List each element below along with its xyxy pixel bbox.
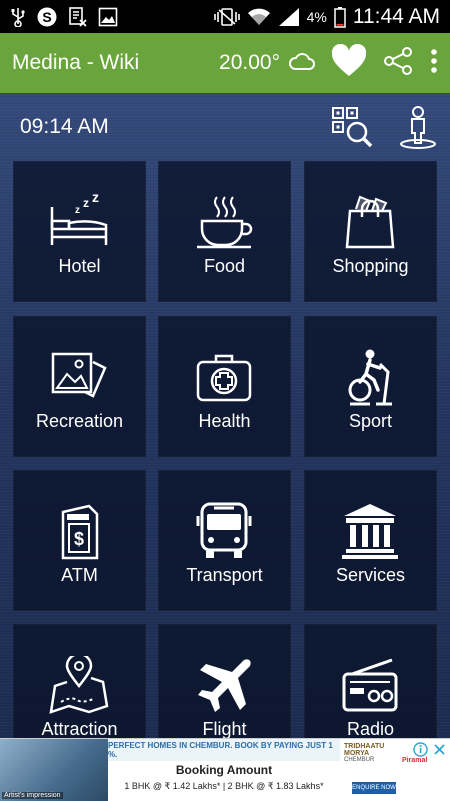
tile-recreation[interactable]: Recreation: [13, 316, 146, 457]
svg-text:S: S: [42, 9, 51, 25]
usb-icon: [10, 7, 26, 27]
battery-icon: [334, 6, 346, 28]
notification-icons: S: [10, 6, 118, 28]
map-pin-icon: [49, 656, 109, 714]
tile-services[interactable]: Services: [304, 470, 437, 611]
ad-close-icon[interactable]: [432, 742, 447, 762]
tile-hotel[interactable]: z z z Hotel: [13, 161, 146, 302]
blocked-screen-icon: [68, 6, 88, 28]
system-indicators: 4% 11:44 AM: [213, 4, 440, 29]
atm-icon: $: [61, 504, 99, 560]
wifi-icon: [247, 7, 271, 27]
svg-text:z: z: [83, 196, 89, 210]
status-time: 11:44 AM: [352, 4, 440, 28]
tile-health[interactable]: Health: [158, 316, 291, 457]
tile-sport[interactable]: Sport: [304, 316, 437, 457]
tile-label: Sport: [348, 411, 393, 431]
heart-icon: [330, 43, 368, 83]
tile-label: Transport: [186, 565, 263, 585]
coffee-cup-icon: [197, 196, 253, 249]
skype-icon: S: [36, 6, 58, 28]
bus-icon: [196, 502, 252, 558]
signal-icon: [278, 7, 300, 27]
ad-headline: PERFECT HOMES IN CHEMBUR. BOOK BY PAYING…: [108, 739, 340, 761]
tile-flight[interactable]: Flight: [158, 624, 291, 738]
more-vert-icon: [430, 48, 438, 79]
svg-text:z: z: [75, 205, 80, 216]
tile-attraction[interactable]: Attraction: [13, 624, 146, 738]
radio-icon: [342, 658, 398, 712]
ad-info-icon[interactable]: [413, 742, 428, 762]
bed-icon: z z z: [50, 193, 108, 245]
tile-label: Food: [203, 256, 246, 276]
tile-label: Radio: [346, 719, 395, 738]
bank-building-icon: [342, 504, 398, 559]
temperature: 20.00°: [219, 51, 280, 74]
share-icon: [382, 46, 414, 81]
tile-label: Shopping: [332, 256, 409, 276]
exercise-bike-icon: [348, 349, 392, 406]
ad-banner[interactable]: Artist's impression PERFECT HOMES IN CHE…: [0, 738, 450, 801]
ad-image-caption: Artist's impression: [2, 792, 63, 799]
ad-booking-label: Booking Amount: [175, 763, 273, 777]
qr-search-button[interactable]: [330, 105, 374, 149]
app-title: Medina - Wiki: [12, 51, 140, 74]
share-button[interactable]: [382, 46, 414, 81]
photos-icon: [51, 352, 107, 398]
image-icon: [98, 7, 118, 27]
favorite-button[interactable]: [330, 43, 368, 83]
medical-kit-icon: [196, 354, 252, 402]
tile-label: Recreation: [35, 411, 124, 431]
tile-food[interactable]: Food: [158, 161, 291, 302]
app-bar: Medina - Wiki 20.00°: [0, 33, 450, 93]
cloud-icon: [288, 50, 316, 77]
ad-prices: 1 BHK @ ₹ 1.42 Lakhs* | 2 BHK @ ₹ 1.83 L…: [124, 781, 324, 791]
tile-label: Hotel: [58, 256, 101, 276]
tile-label: Health: [198, 411, 251, 431]
ad-image[interactable]: Artist's impression: [0, 739, 108, 801]
ad-brand: TRIDHAATU MORYA CHEMBUR: [344, 743, 400, 763]
svg-text:z: z: [92, 193, 99, 205]
local-clock: 09:14 AM: [20, 115, 109, 138]
tile-radio[interactable]: Radio: [304, 624, 437, 738]
tile-label: Flight: [202, 719, 247, 738]
airplane-icon: [198, 659, 251, 712]
tile-shopping[interactable]: Shopping: [304, 161, 437, 302]
header-row: 09:14 AM: [0, 93, 450, 159]
person-button[interactable]: [398, 105, 438, 149]
vibrate-icon: [213, 7, 240, 27]
tile-atm[interactable]: $ ATM: [13, 470, 146, 611]
shopping-bag-icon: [345, 195, 395, 249]
qr-search-icon: [330, 107, 374, 153]
tile-label: ATM: [61, 565, 98, 585]
status-bar: S 4% 11:44 AM: [0, 0, 450, 33]
person-icon: [398, 106, 438, 153]
main-panel: 09:14 AM z z z Hotel Food Shopping Recre…: [0, 93, 450, 738]
tile-label: Services: [335, 565, 406, 585]
ad-brand-name: TRIDHAATU MORYA: [344, 743, 385, 757]
svg-text:$: $: [74, 529, 84, 549]
ad-brand-sub: CHEMBUR: [344, 757, 375, 763]
weather-widget: 20.00°: [219, 50, 316, 77]
overflow-menu-button[interactable]: [430, 48, 438, 79]
tile-transport[interactable]: Transport: [158, 470, 291, 611]
tile-label: Attraction: [41, 719, 118, 738]
ad-enquire-button[interactable]: ENQUIRE NOW: [352, 782, 396, 794]
battery-percent: 4%: [306, 8, 327, 25]
